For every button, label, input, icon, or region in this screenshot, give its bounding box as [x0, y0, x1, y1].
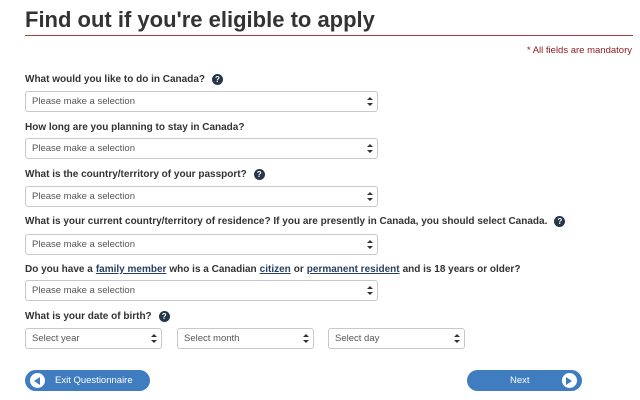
family-member-link[interactable]: family member: [96, 264, 167, 275]
question-residence-label: What is your current country/territory o…: [25, 216, 548, 227]
select-arrows-icon: [151, 333, 157, 344]
next-button[interactable]: Next: [467, 370, 582, 391]
page-title: Find out if you're eligible to apply: [25, 7, 375, 32]
question-family-mid2: or: [293, 264, 304, 275]
birth-year-select[interactable]: Select year: [25, 328, 162, 349]
question-residence: What is your current country/territory o…: [25, 216, 566, 227]
help-icon[interactable]: ?: [158, 311, 170, 322]
question-duration: How long are you planning to stay in Can…: [25, 122, 244, 133]
help-icon[interactable]: ?: [253, 169, 265, 180]
duration-select[interactable]: Please make a selection: [25, 138, 378, 159]
permanent-resident-link[interactable]: permanent resident: [307, 264, 400, 275]
question-family-prefix: Do you have a: [25, 264, 93, 275]
arrow-right-icon: [562, 373, 577, 388]
title-divider: [25, 35, 633, 36]
duration-select-value: Please make a selection: [32, 143, 135, 154]
birth-year-value: Select year: [32, 333, 80, 344]
birth-day-value: Select day: [335, 333, 380, 344]
select-arrows-icon: [367, 96, 373, 107]
birth-day-select[interactable]: Select day: [328, 328, 465, 349]
exit-questionnaire-label: Exit Questionnaire: [55, 375, 133, 386]
arrow-left-icon: [30, 373, 45, 388]
select-arrows-icon: [303, 333, 309, 344]
question-family-member: Do you have a family member who is a Can…: [25, 264, 520, 275]
passport-select[interactable]: Please make a selection: [25, 186, 378, 207]
select-arrows-icon: [367, 143, 373, 154]
select-arrows-icon: [367, 191, 373, 202]
mandatory-note: * All fields are mandatory: [526, 45, 632, 56]
citizen-link[interactable]: citizen: [260, 264, 291, 275]
question-family-mid1: who is a Canadian: [169, 264, 257, 275]
passport-select-value: Please make a selection: [32, 191, 135, 202]
residence-select-value: Please make a selection: [32, 239, 135, 250]
activity-select-value: Please make a selection: [32, 96, 135, 107]
birth-month-value: Select month: [184, 333, 240, 344]
residence-select[interactable]: Please make a selection: [25, 234, 378, 255]
question-passport: What is the country/territory of your pa…: [25, 169, 265, 180]
question-dob-label: What is your date of birth?: [25, 311, 152, 322]
help-icon[interactable]: ?: [554, 216, 566, 227]
family-member-select-value: Please make a selection: [32, 285, 135, 296]
select-arrows-icon: [454, 333, 460, 344]
birth-month-select[interactable]: Select month: [177, 328, 314, 349]
question-date-of-birth: What is your date of birth? ?: [25, 311, 170, 322]
question-activity-label: What would you like to do in Canada?: [25, 74, 205, 85]
question-family-suffix: and is 18 years or older?: [402, 264, 521, 275]
family-member-select[interactable]: Please make a selection: [25, 280, 378, 301]
exit-questionnaire-button[interactable]: Exit Questionnaire: [25, 370, 150, 391]
select-arrows-icon: [367, 239, 373, 250]
select-arrows-icon: [367, 285, 373, 296]
help-icon[interactable]: ?: [212, 74, 223, 85]
next-label: Next: [510, 375, 530, 386]
question-duration-label: How long are you planning to stay in Can…: [25, 122, 245, 133]
question-activity: What would you like to do in Canada? ?: [25, 74, 223, 85]
activity-select[interactable]: Please make a selection: [25, 91, 378, 112]
question-passport-label: What is the country/territory of your pa…: [25, 169, 247, 180]
